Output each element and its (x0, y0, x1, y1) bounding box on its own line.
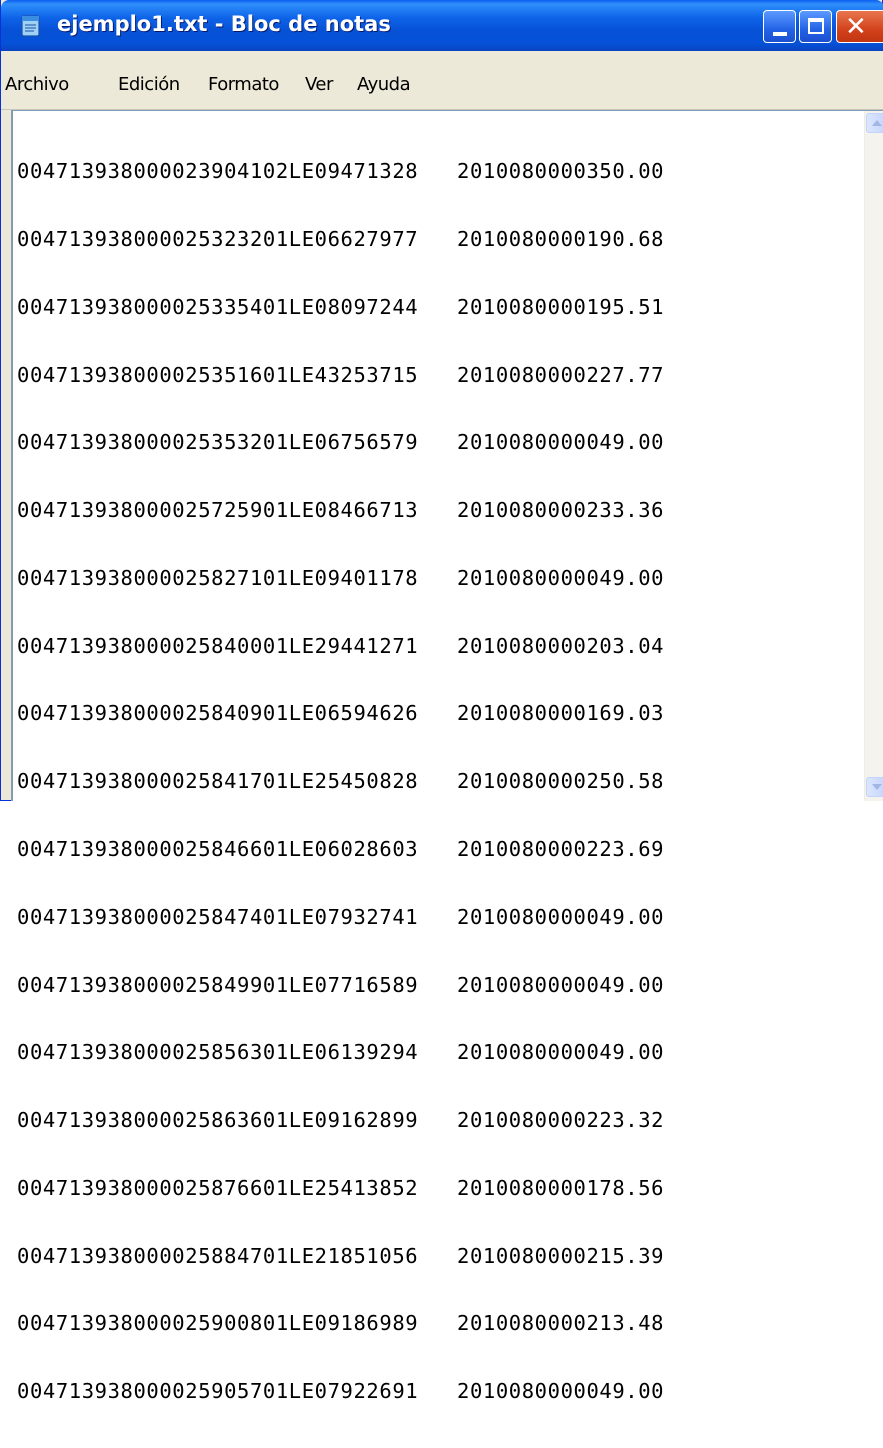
window-title: ejemplo1.txt - Bloc de notas (57, 12, 391, 36)
text-line: 004713938000025856301LE06139294 20100800… (17, 1040, 665, 1065)
text-line: 004713938000025849901LE07716589 20100800… (17, 972, 665, 997)
arrow-down-icon (872, 784, 882, 790)
maximize-icon (808, 18, 824, 34)
text-line: 004713938000025351601LE43253715 20100800… (17, 362, 665, 387)
notepad-icon (21, 15, 40, 37)
document-text[interactable]: 004713938000023904102LE09471328 20100800… (17, 115, 664, 1448)
text-line: 004713938000025840901LE06594626 20100800… (17, 701, 665, 726)
vertical-scrollbar[interactable] (864, 111, 883, 801)
text-line: 004713938000025847401LE07932741 20100800… (17, 904, 665, 929)
title-bar[interactable]: ejemplo1.txt - Bloc de notas ✕ (1, 0, 883, 51)
text-line: 004713938000025876601LE25413852 20100800… (17, 1175, 665, 1200)
text-line: 004713938000025900801LE09186989 20100800… (17, 1311, 665, 1336)
text-editor[interactable]: 004713938000023904102LE09471328 20100800… (11, 110, 883, 1402)
text-line: 004713938000025846601LE06028603 20100800… (17, 837, 665, 861)
text-line: 004713938000025841701LE25450828 20100800… (17, 769, 665, 794)
arrow-up-icon (872, 120, 882, 126)
notepad-window: ejemplo1.txt - Bloc de notas ✕ Archivo E… (0, 0, 883, 1402)
text-line: 004713938000025905701LE07922691 20100800… (17, 1379, 665, 1404)
minimize-button[interactable] (763, 10, 796, 43)
menu-bar: Archivo Edición Formato Ver Ayuda (1, 51, 883, 110)
scroll-down-button[interactable] (866, 777, 883, 797)
text-line: 004713938000025353201LE06756579 20100800… (17, 430, 665, 455)
minimize-icon (773, 32, 787, 36)
text-line: 004713938000025725901LE08466713 20100800… (17, 498, 665, 523)
menu-ayuda[interactable]: Ayuda (357, 74, 411, 95)
menu-edicion[interactable]: Edición (118, 74, 180, 95)
maximize-button[interactable] (799, 10, 832, 43)
text-line: 004713938000025827101LE09401178 20100800… (17, 565, 665, 590)
text-line: 004713938000025884701LE21851056 20100800… (17, 1243, 665, 1268)
text-line: 004713938000025863601LE09162899 20100800… (17, 1108, 665, 1133)
menu-ver[interactable]: Ver (305, 74, 333, 95)
text-line: 004713938000025323201LE06627977 20100800… (17, 226, 665, 251)
close-icon: ✕ (845, 12, 867, 42)
text-line: 004713938000023904102LE09471328 20100800… (17, 159, 665, 184)
close-button[interactable]: ✕ (836, 10, 883, 43)
text-line: 004713938000025840001LE29441271 20100800… (17, 633, 665, 658)
text-line: 004713938000025335401LE08097244 20100800… (17, 294, 665, 319)
menu-archivo[interactable]: Archivo (5, 74, 69, 95)
scroll-up-button[interactable] (866, 113, 883, 133)
menu-formato[interactable]: Formato (208, 74, 279, 95)
